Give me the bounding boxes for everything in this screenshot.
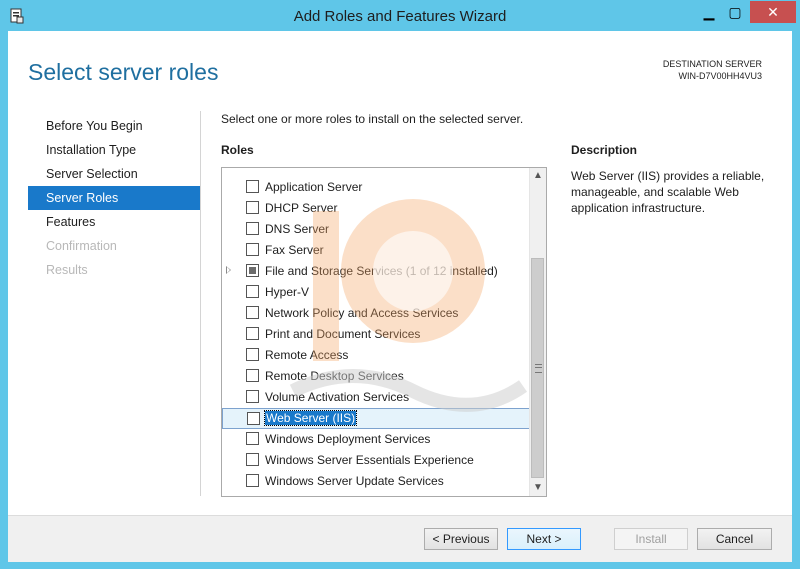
- nav-item-server-selection[interactable]: Server Selection: [28, 162, 200, 186]
- role-row-selected[interactable]: Web Server (IIS): [222, 408, 530, 429]
- role-label: Remote Desktop Services: [265, 369, 404, 383]
- role-checkbox[interactable]: [246, 243, 259, 256]
- destination-server-info: DESTINATION SERVER WIN-D7V00HH4VU3: [663, 58, 762, 82]
- role-row[interactable]: Volume Activation Services: [222, 387, 530, 408]
- role-row[interactable]: Windows Deployment Services: [222, 429, 530, 450]
- role-label: Remote Access: [265, 348, 349, 362]
- role-row[interactable]: Remote Desktop Services: [222, 366, 530, 387]
- role-label: Windows Deployment Services: [265, 432, 431, 446]
- close-button[interactable]: ✕: [750, 1, 796, 23]
- next-button[interactable]: Next >: [507, 528, 581, 550]
- role-row[interactable]: Remote Access: [222, 345, 530, 366]
- role-checkbox[interactable]: [246, 327, 259, 340]
- wizard-nav: Before You Begin Installation Type Serve…: [28, 114, 200, 282]
- role-label: Hyper-V: [265, 285, 310, 299]
- role-checkbox[interactable]: [246, 369, 259, 382]
- role-row[interactable]: Fax Server: [222, 240, 530, 261]
- roles-list[interactable]: Application Server DHCP Server DNS Serve…: [221, 167, 547, 497]
- role-row[interactable]: Windows Server Essentials Experience: [222, 450, 530, 471]
- role-row[interactable]: Windows Server Update Services: [222, 471, 530, 492]
- role-checkbox[interactable]: [246, 390, 259, 403]
- nav-item-installation-type[interactable]: Installation Type: [28, 138, 200, 162]
- scroll-down-icon[interactable]: ▼: [530, 480, 546, 496]
- window-title: Add Roles and Features Wizard: [293, 8, 507, 25]
- role-checkbox[interactable]: [246, 264, 259, 277]
- role-label: Print and Document Services: [265, 327, 421, 341]
- role-checkbox[interactable]: [246, 222, 259, 235]
- wizard-client-area: Select server roles DESTINATION SERVER W…: [8, 31, 792, 562]
- role-checkbox[interactable]: [246, 285, 259, 298]
- wizard-footer: < Previous Next > Install Cancel: [8, 515, 792, 562]
- role-label: File and Storage Services (1 of 12 insta…: [265, 264, 498, 278]
- role-checkbox[interactable]: [246, 453, 259, 466]
- expand-arrow-icon[interactable]: [226, 266, 231, 274]
- role-checkbox[interactable]: [246, 432, 259, 445]
- install-button: Install: [614, 528, 688, 550]
- roles-heading: Roles: [221, 143, 254, 157]
- role-label: Network Policy and Access Services: [265, 306, 459, 320]
- role-row[interactable]: DHCP Server: [222, 198, 530, 219]
- role-checkbox[interactable]: [246, 474, 259, 487]
- cancel-button[interactable]: Cancel: [697, 528, 772, 550]
- role-checkbox[interactable]: [246, 201, 259, 214]
- role-row[interactable]: Application Server: [222, 177, 530, 198]
- role-label: DHCP Server: [265, 201, 338, 215]
- roles-scrollbar[interactable]: ▲ ▼: [529, 168, 546, 496]
- role-label: Windows Server Update Services: [265, 474, 444, 488]
- role-checkbox[interactable]: [246, 180, 259, 193]
- description-heading: Description: [571, 143, 638, 157]
- role-label: Windows Server Essentials Experience: [265, 453, 474, 467]
- wizard-window: Add Roles and Features Wizard ▁ ▢ ✕ Sele…: [0, 0, 800, 569]
- role-row[interactable]: File and Storage Services (1 of 12 insta…: [222, 261, 530, 282]
- previous-button[interactable]: < Previous: [424, 528, 498, 550]
- nav-item-results: Results: [46, 263, 88, 277]
- role-label: Web Server (IIS): [263, 410, 358, 426]
- destination-server-name: WIN-D7V00HH4VU3: [678, 71, 762, 81]
- role-checkbox[interactable]: [246, 306, 259, 319]
- destination-label: DESTINATION SERVER: [662, 59, 762, 69]
- nav-divider: [200, 111, 201, 496]
- role-checkbox[interactable]: [247, 412, 260, 425]
- description-text: Web Server (IIS) provides a reliable, ma…: [571, 169, 765, 215]
- title-bar[interactable]: Add Roles and Features Wizard ▁ ▢ ✕: [0, 0, 800, 32]
- nav-item-server-roles[interactable]: Server Roles: [28, 186, 200, 210]
- role-label: Application Server: [265, 180, 363, 194]
- instruction-text: Select one or more roles to install on t…: [221, 112, 524, 126]
- maximize-button[interactable]: ▢: [722, 1, 748, 23]
- scroll-up-icon[interactable]: ▲: [530, 168, 546, 184]
- page-title: Select server roles: [28, 59, 219, 85]
- nav-item-features[interactable]: Features: [28, 210, 200, 234]
- role-label: DNS Server: [265, 222, 330, 236]
- role-label: Volume Activation Services: [265, 390, 410, 404]
- grip-icon: [535, 364, 542, 373]
- role-checkbox[interactable]: [246, 348, 259, 361]
- nav-item-confirmation: Confirmation: [46, 239, 117, 253]
- role-label: Fax Server: [265, 243, 324, 257]
- minimize-button[interactable]: ▁: [696, 1, 722, 23]
- role-row[interactable]: Print and Document Services: [222, 324, 530, 345]
- scroll-thumb[interactable]: [531, 258, 544, 478]
- role-row[interactable]: Network Policy and Access Services: [222, 303, 530, 324]
- nav-item-before-you-begin[interactable]: Before You Begin: [28, 114, 200, 138]
- role-row[interactable]: DNS Server: [222, 219, 530, 240]
- role-row[interactable]: Hyper-V: [222, 282, 530, 303]
